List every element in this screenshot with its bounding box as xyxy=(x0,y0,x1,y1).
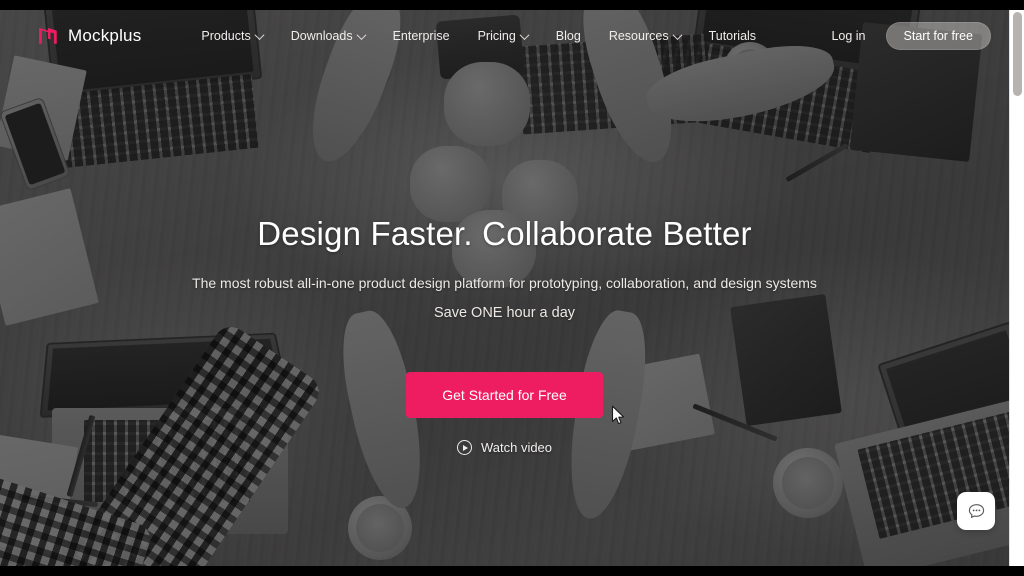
hero-subline: The most robust all-in-one product desig… xyxy=(192,275,817,291)
hero-tagline: Save ONE hour a day xyxy=(433,305,576,321)
letterbox-top-bar xyxy=(0,0,1024,10)
nav-label: Downloads xyxy=(290,29,353,43)
watch-video-link[interactable]: Watch video xyxy=(456,440,553,455)
get-started-button[interactable]: Get Started for Free xyxy=(406,372,603,418)
brand-name: Mockplus xyxy=(68,26,142,45)
chat-widget-button[interactable] xyxy=(957,492,995,530)
start-for-free-button[interactable]: Start for free xyxy=(885,22,991,50)
page-scrollbar[interactable] xyxy=(1009,10,1024,566)
hero-cta-row: Get Started for Free xyxy=(0,321,1009,418)
nav-label: Enterprise xyxy=(392,29,450,43)
nav-label: Pricing xyxy=(477,29,516,43)
nav-item-resources[interactable]: Resources xyxy=(595,29,695,43)
chevron-down-icon xyxy=(254,29,265,40)
nav-item-pricing[interactable]: Pricing xyxy=(464,29,542,43)
browser-screenshot: Mockplus Products Downloads Enterprise P… xyxy=(0,0,1024,576)
nav-label: Resources xyxy=(608,29,669,43)
watch-video-label: Watch video xyxy=(480,440,553,455)
nav-label: Tutorials xyxy=(708,29,757,43)
nav-item-tutorials[interactable]: Tutorials xyxy=(695,29,770,43)
brand-logo[interactable]: Mockplus xyxy=(38,26,141,46)
scrollbar-thumb[interactable] xyxy=(1013,12,1022,96)
nav-label: Products xyxy=(201,29,251,43)
nav-item-products[interactable]: Products xyxy=(187,29,276,43)
chevron-down-icon xyxy=(519,29,530,40)
chevron-down-icon xyxy=(356,29,367,40)
login-link[interactable]: Log in xyxy=(823,29,873,43)
hero-headline: Design Faster. Collaborate Better xyxy=(257,215,752,252)
site-navbar: Mockplus Products Downloads Enterprise P… xyxy=(0,10,1009,62)
hero-watch-row: Watch video xyxy=(0,418,1009,456)
mockplus-logo-icon xyxy=(39,27,57,44)
page-viewport: Mockplus Products Downloads Enterprise P… xyxy=(0,10,1024,566)
hero-content: Design Faster. Collaborate Better The mo… xyxy=(0,10,1009,456)
nav-actions: Log in Start for free xyxy=(823,22,991,50)
nav-item-enterprise[interactable]: Enterprise xyxy=(379,29,464,43)
chat-bubble-icon xyxy=(968,503,984,518)
nav-item-blog[interactable]: Blog xyxy=(542,29,595,43)
play-circle-icon xyxy=(456,440,472,455)
nav-label: Blog xyxy=(555,29,581,43)
chevron-down-icon xyxy=(672,29,683,40)
letterbox-bottom-bar xyxy=(0,566,1024,576)
nav-item-downloads[interactable]: Downloads xyxy=(277,29,379,43)
nav-links: Products Downloads Enterprise Pricing Bl… xyxy=(187,29,770,43)
